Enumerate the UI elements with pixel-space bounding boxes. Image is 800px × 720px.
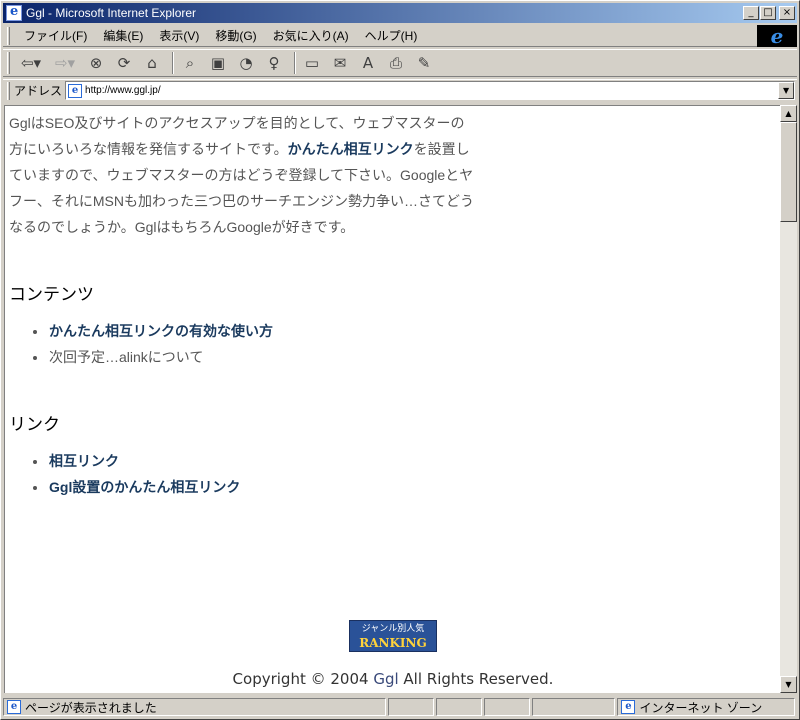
footer-brand: Ggl bbox=[373, 670, 399, 688]
page-viewport: GglはSEO及びサイトのアクセスアップを目的として、ウェブマスターの方にいろい… bbox=[4, 105, 780, 693]
list-item[interactable]: かんたん相互リンクの有効な使い方 bbox=[33, 318, 479, 344]
list-item[interactable]: 相互リンク bbox=[33, 448, 479, 474]
status-bar: e ページが表示されました e インターネット ゾーン bbox=[3, 697, 797, 717]
favorites-icon[interactable]: ▣ bbox=[206, 52, 230, 74]
font-size-icon[interactable]: A bbox=[356, 52, 380, 74]
intro-link[interactable]: かんたん相互リンク bbox=[288, 141, 414, 157]
minimize-button[interactable]: _ bbox=[743, 6, 759, 20]
menu-grip[interactable] bbox=[7, 26, 10, 45]
status-cell-empty bbox=[483, 698, 530, 716]
page-content: GglはSEO及びサイトのアクセスアップを目的として、ウェブマスターの方にいろい… bbox=[9, 110, 479, 500]
footer-pre: Copyright © 2004 bbox=[232, 670, 374, 688]
toolbar-separator bbox=[294, 52, 296, 74]
menu-bar: ファイル(F) 編集(E) 表示(V) 移動(G) お気に入り(A) ヘルプ(H… bbox=[3, 23, 797, 48]
globe-icon: e bbox=[621, 700, 636, 714]
ie-page-icon bbox=[6, 4, 22, 21]
intro-paragraph: GglはSEO及びサイトのアクセスアップを目的として、ウェブマスターの方にいろい… bbox=[9, 110, 475, 240]
toolbar-separator bbox=[172, 52, 174, 74]
channels-icon[interactable]: ♀ bbox=[262, 52, 286, 74]
address-url[interactable]: http://www.ggl.jp/ bbox=[85, 85, 161, 96]
address-bar: アドレス e http://www.ggl.jp/ ▼ bbox=[3, 79, 797, 101]
window-title: Ggl - Microsoft Internet Explorer bbox=[26, 6, 197, 20]
zone-text: インターネット ゾーン bbox=[639, 700, 763, 715]
page-done-icon: e bbox=[7, 700, 21, 714]
stop-icon[interactable]: ⊗ bbox=[84, 52, 108, 74]
links-ggl-mutual-link[interactable]: Ggl設置のかんたん相互リンク bbox=[49, 479, 240, 495]
mail-icon[interactable]: ✉ bbox=[328, 52, 352, 74]
menu-favorites[interactable]: お気に入り(A) bbox=[265, 27, 357, 44]
browser-window: Ggl - Microsoft Internet Explorer _ □ × … bbox=[0, 0, 800, 720]
zone-indicator: e インターネット ゾーン bbox=[617, 698, 796, 716]
address-label: アドレス bbox=[14, 84, 63, 98]
menu-file[interactable]: ファイル(F) bbox=[16, 27, 95, 44]
scroll-up-icon[interactable]: ▲ bbox=[780, 105, 797, 122]
toolbar: ⇦▾ ⇨▾ ⊗ ⟳ ⌂ ⌕ ▣ ◔ ♀ ▭ ✉ A ⎙ ✎ bbox=[3, 49, 797, 77]
ranking-banner[interactable]: ジャンル別人気 RANKING bbox=[349, 620, 437, 652]
edit-icon[interactable]: ✎ bbox=[412, 52, 436, 74]
toolbar-grip[interactable] bbox=[7, 52, 10, 74]
history-icon[interactable]: ◔ bbox=[234, 52, 258, 74]
forward-arrow-icon[interactable]: ⇨▾ bbox=[50, 52, 80, 74]
maximize-button[interactable]: □ bbox=[760, 6, 776, 20]
contents-next-text: 次回予定…alinkについて bbox=[49, 349, 204, 365]
status-cell-empty bbox=[435, 698, 482, 716]
search-icon[interactable]: ⌕ bbox=[178, 52, 202, 74]
list-item: 次回予定…alinkについて bbox=[33, 344, 479, 370]
contents-list: かんたん相互リンクの有効な使い方 次回予定…alinkについて bbox=[33, 318, 479, 370]
footer-post: All Rights Reserved. bbox=[398, 670, 554, 688]
menu-go[interactable]: 移動(G) bbox=[207, 27, 264, 44]
back-arrow-icon[interactable]: ⇦▾ bbox=[16, 52, 46, 74]
links-mutual-link[interactable]: 相互リンク bbox=[49, 453, 119, 469]
status-text: ページが表示されました bbox=[25, 700, 157, 715]
vertical-scrollbar[interactable]: ▲ ▼ bbox=[780, 105, 797, 693]
refresh-icon[interactable]: ⟳ bbox=[112, 52, 136, 74]
list-item[interactable]: Ggl設置のかんたん相互リンク bbox=[33, 474, 479, 500]
contents-heading: コンテンツ bbox=[9, 285, 94, 304]
home-icon[interactable]: ⌂ bbox=[140, 52, 164, 74]
address-grip[interactable] bbox=[7, 81, 10, 100]
print-icon[interactable]: ⎙ bbox=[384, 52, 408, 74]
menu-help[interactable]: ヘルプ(H) bbox=[357, 27, 426, 44]
chevron-down-icon[interactable]: ▼ bbox=[778, 82, 795, 99]
contents-link-usage[interactable]: かんたん相互リンクの有効な使い方 bbox=[49, 323, 273, 339]
menu-view[interactable]: 表示(V) bbox=[151, 27, 207, 44]
status-cell-empty bbox=[388, 698, 434, 716]
ie-logo: e bbox=[757, 23, 797, 48]
ie-logo-icon: e bbox=[770, 23, 784, 48]
status-cell-empty bbox=[531, 698, 616, 716]
links-list: 相互リンク Ggl設置のかんたん相互リンク bbox=[33, 448, 479, 500]
menu-edit[interactable]: 編集(E) bbox=[95, 27, 151, 44]
address-input[interactable]: e http://www.ggl.jp/ ▼ bbox=[65, 81, 796, 100]
fullscreen-icon[interactable]: ▭ bbox=[300, 52, 324, 74]
footer-copyright: Copyright © 2004 Ggl All Rights Reserved… bbox=[5, 670, 780, 688]
scroll-thumb[interactable] bbox=[780, 122, 797, 222]
page-icon: e bbox=[68, 83, 83, 98]
ranking-line2: RANKING bbox=[359, 636, 427, 650]
close-button[interactable]: × bbox=[779, 6, 795, 20]
links-heading: リンク bbox=[9, 415, 60, 434]
title-bar[interactable]: Ggl - Microsoft Internet Explorer _ □ × bbox=[3, 3, 797, 23]
status-message: e ページが表示されました bbox=[3, 698, 387, 716]
ranking-line1: ジャンル別人気 bbox=[361, 624, 425, 634]
scroll-down-icon[interactable]: ▼ bbox=[780, 676, 797, 693]
